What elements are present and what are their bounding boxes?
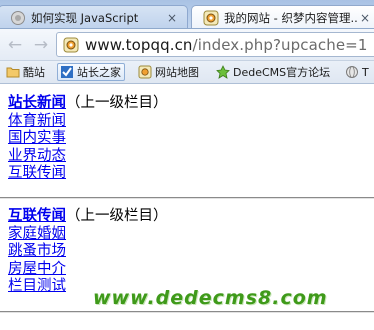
category-section: 互联传闻（上一级栏目） 家庭婚姻 跳蚤市场 房屋中介 栏目测试 [8,207,168,296]
dedecms-icon [203,10,219,25]
site-favicon-icon [63,37,79,52]
bookmark-label: DedeCMS官方论坛 [233,66,331,79]
chinaz-icon [61,66,73,78]
tab-my-site[interactable]: 我的网站 - 织梦内容管理... × [191,5,374,28]
forward-arrow-icon[interactable]: → [31,35,51,55]
section-heading-row: 互联传闻（上一级栏目） [8,207,168,226]
tab-javascript[interactable]: 如何实现 JavaScript × [0,5,188,28]
dede-forum-icon [216,65,230,79]
bookmark-dede-forum[interactable]: DedeCMS官方论坛 [216,63,330,81]
bookmark-label: T [362,65,369,79]
tab-title: 我的网站 - 织梦内容管理... [224,10,358,25]
tab-strip: 如何实现 JavaScript × 我的网站 - 织梦内容管理... × [0,0,374,29]
close-tab-icon[interactable]: × [165,11,179,25]
bookmark-kuzhan[interactable]: 酷站 [6,63,45,81]
category-link[interactable]: 跳蚤市场 [8,243,168,261]
folder-icon [6,67,20,78]
divider [0,311,374,313]
toolbar: ← → www.topqq.cn/index.php?upcache=1 [0,29,374,61]
section-heading-row: 站长新闻（上一级栏目） [8,94,168,113]
close-tab-icon[interactable]: × [358,11,372,25]
category-link[interactable]: 业界动态 [8,148,168,166]
section-heading-link[interactable]: 互联传闻 [8,207,66,224]
bookmark-overflow[interactable]: T [345,63,369,81]
page-icon [11,10,25,25]
bookmark-label: 酷站 [23,66,45,79]
globe-icon [346,66,358,78]
category-link[interactable]: 体育新闻 [8,113,168,131]
watermark: www.dedecms8.com [93,287,328,309]
back-arrow-icon[interactable]: ← [5,35,25,55]
category-link[interactable]: 互联传闻 [8,165,168,183]
bookmark-label: 站长之家 [77,66,121,79]
bookmarks-bar: 酷站 站长之家 网站地图 DedeCMS官方论坛 T [0,61,374,84]
category-section: 站长新闻（上一级栏目） 体育新闻 国内实事 业界动态 互联传闻 [8,94,168,183]
bookmark-sitemap[interactable]: 网站地图 [138,63,199,81]
category-link[interactable]: 国内实事 [8,130,168,148]
parent-category-label: （上一级栏目） [66,95,168,111]
url-text: www.topqq.cn/index.php?upcache=1 [85,36,367,54]
divider [0,197,374,199]
bookmark-label: 网站地图 [155,66,199,79]
url-path: /index.php?upcache=1 [192,35,368,54]
url-host: www.topqq.cn [85,35,193,54]
category-link[interactable]: 家庭婚姻 [8,226,168,244]
parent-category-label: （上一级栏目） [66,208,168,224]
dedecms-icon [138,65,152,79]
bookmark-chinaz[interactable]: 站长之家 [57,63,125,81]
address-bar[interactable]: www.topqq.cn/index.php?upcache=1 [56,32,374,57]
section-heading-link[interactable]: 站长新闻 [8,94,66,111]
category-link[interactable]: 房屋中介 [8,261,168,279]
page-content: 站长新闻（上一级栏目） 体育新闻 国内实事 业界动态 互联传闻 互联传闻（上一级… [0,85,374,330]
tab-title: 如何实现 JavaScript [31,10,139,25]
